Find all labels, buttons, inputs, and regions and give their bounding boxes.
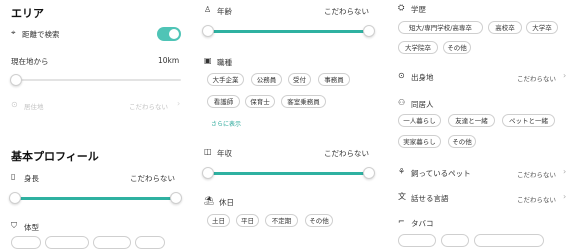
paw-icon: ⚘ [398,167,406,176]
cohabitant-chip[interactable]: 友達と一緒 [448,114,495,127]
residence-chevron-icon: › [177,99,181,108]
cohabitant-chip[interactable]: その他 [448,135,476,148]
holiday-chip[interactable]: 土日 [207,214,230,227]
distance-search-label: 距離で検索 [22,30,60,39]
income-slider-min-handle[interactable] [202,167,214,179]
height-slider-max-handle[interactable] [170,192,182,204]
graduation-cap-icon: ⛭ [398,3,405,12]
residence-value: こだわらない [129,103,168,111]
beach-icon: ⛱ [204,196,215,205]
hometown-label: 出身地 [411,73,434,82]
distance-pin-icon: ⌖ [11,28,16,37]
income-label: 年収 [217,149,232,158]
body-type-chip[interactable] [45,236,89,249]
shirt-icon: ⛉ [11,221,17,230]
occupation-chip[interactable]: 客室乗務員 [281,95,326,108]
education-chip[interactable]: 大学院卒 [398,41,438,54]
occupation-chip[interactable]: 事務員 [318,73,350,86]
wallet-icon: ◫ [204,147,212,156]
body-type-label: 体型 [24,223,39,232]
education-label: 学歴 [411,5,426,14]
pets-value[interactable]: こだわらない [517,169,556,179]
cohabitant-chip[interactable]: 実家暮らし [398,135,441,148]
occupation-chip[interactable]: 公務員 [251,73,282,86]
profile-section-title: 基本プロフィール [11,150,99,163]
distance-search-toggle[interactable] [157,27,181,41]
pets-chevron-icon[interactable]: › [563,167,566,176]
location-pin-icon: ⊙ [398,71,405,80]
education-chip[interactable]: 大学卒 [526,21,558,34]
cigarette-icon: ⌐ [398,217,405,226]
income-slider-max-handle[interactable] [363,167,375,179]
from-location-label: 現在地から [11,57,49,66]
education-chip[interactable]: その他 [443,41,471,54]
language-chevron-icon[interactable]: › [563,192,566,201]
cohabitant-chip[interactable]: ペットと一緒 [502,114,555,127]
show-more-link[interactable]: さらに表示 [211,119,241,128]
distance-slider-track[interactable] [15,79,181,81]
holiday-label: 休日 [219,198,234,207]
body-type-chip[interactable] [135,236,165,249]
translate-icon: 文 [398,192,406,201]
occupation-label: 職種 [217,58,232,67]
hometown-value[interactable]: こだわらない [517,73,556,83]
occupation-chip[interactable]: 看護師 [207,95,240,108]
residence-label: 居住地 [24,103,44,111]
ruler-icon: ▯ [11,172,16,181]
cohabitant-label: 同居人 [411,100,434,109]
distance-value: 10km [158,56,180,65]
area-section-title: エリア [11,7,44,20]
language-value[interactable]: こだわらない [517,194,556,204]
income-value: こだわらない [324,149,369,158]
age-slider-min-handle[interactable] [202,25,214,37]
holiday-chip[interactable]: 不定期 [265,214,298,227]
holiday-chip[interactable]: その他 [305,214,333,227]
occupation-chip[interactable]: 受付 [288,73,311,86]
occupation-chip[interactable]: 大手企業 [207,73,244,86]
age-slider-max-handle[interactable] [363,25,375,37]
height-value: こだわらない [130,174,175,183]
pets-label: 飼っているペット [411,169,471,178]
cohabitant-chip[interactable]: 一人暮らし [398,114,441,127]
height-label: 身長 [24,174,39,183]
language-label: 話せる言語 [411,194,449,203]
tobacco-label: タバコ [411,219,434,228]
hometown-chevron-icon[interactable]: › [563,71,566,80]
people-icon: ⚇ [398,98,406,107]
body-type-chip[interactable] [93,236,131,249]
age-icon: ♙ [204,5,212,14]
education-chip[interactable]: 短大/専門学校/高専卒 [398,21,483,34]
age-slider-range[interactable] [208,30,369,33]
holiday-chip[interactable]: 平日 [236,214,259,227]
income-slider-range[interactable] [208,172,369,175]
distance-slider-handle[interactable] [10,74,22,86]
education-chip[interactable]: 高校卒 [488,21,522,34]
height-slider-min-handle[interactable] [9,192,21,204]
age-label: 年齢 [217,7,232,16]
briefcase-icon: ▣ [204,56,212,65]
location-pin-icon: ⊙ [11,100,18,109]
occupation-chip[interactable]: 保育士 [245,95,275,108]
height-slider-range[interactable] [15,197,176,200]
age-value: こだわらない [324,7,369,16]
body-type-chip[interactable] [11,236,41,249]
